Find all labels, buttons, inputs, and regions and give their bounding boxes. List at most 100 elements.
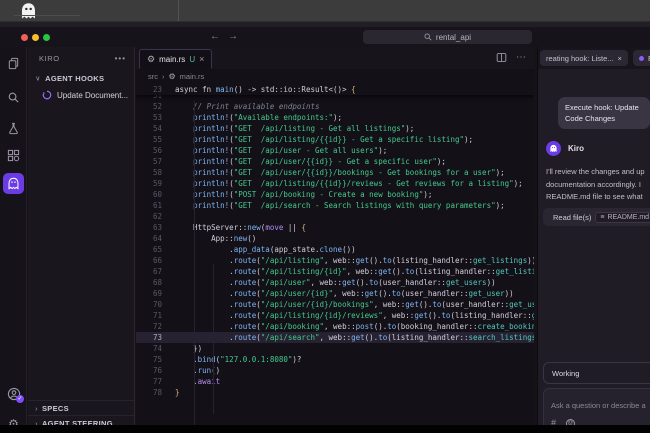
panel-tab-creating-hook[interactable]: reating hook: Liste... ×	[540, 50, 628, 66]
search-text: rental_api	[436, 33, 471, 42]
code-line-63[interactable]: 63 HttpServer::new(move || {	[136, 222, 534, 233]
kiro-avatar	[546, 141, 561, 156]
sidebar-section-specs[interactable]: › SPECS	[28, 400, 134, 415]
top-chrome	[0, 0, 650, 22]
code-line-73[interactable]: 73 .route("/api/search", web::get().to(l…	[136, 332, 534, 343]
section-label: SPECS	[42, 404, 69, 413]
breadcrumb-folder[interactable]: src	[148, 72, 158, 81]
code-line-54[interactable]: 54 println!("GET /api/listing - Get all …	[136, 123, 534, 134]
hook-item-label: Update Document...	[57, 91, 128, 100]
code-line-71[interactable]: 71 .route("/api/listing/{id}/reviews", w…	[136, 310, 534, 321]
close-window-button[interactable]	[21, 34, 28, 41]
breadcrumb-separator-icon: ›	[162, 72, 165, 81]
code-line-57[interactable]: 57 println!("GET /api/user/{{id}} - Get …	[136, 156, 534, 167]
search-icon	[424, 33, 432, 41]
breadcrumb-file[interactable]: main.rs	[180, 72, 205, 81]
titlebar: ← → rental_api	[0, 27, 650, 47]
code-line-72[interactable]: 72 .route("/api/booking", web::post().to…	[136, 321, 534, 332]
breadcrumb: src › ⚙ main.rs	[136, 69, 534, 84]
code-line-52[interactable]: 52 // Print available endpoints	[136, 101, 534, 112]
working-status: Working	[543, 362, 650, 384]
chrome-underline	[14, 15, 80, 16]
code-line-78[interactable]: 78}	[136, 387, 534, 398]
context-hash-icon[interactable]: #	[551, 418, 556, 425]
sidebar-header: KIRO •••	[28, 47, 134, 69]
chrome-divider	[178, 0, 179, 21]
code-line-77[interactable]: 77 .await	[136, 376, 534, 387]
panel-tab-label: reating hook: Liste...	[546, 54, 614, 63]
code-line-60[interactable]: 60 println!("POST /api/booking - Create …	[136, 189, 534, 200]
kiro-agent-icon[interactable]	[3, 173, 24, 194]
editor-more-icon[interactable]: ⋯	[516, 52, 526, 63]
code-line-62[interactable]: 62	[136, 211, 534, 222]
code-line-68[interactable]: 68 .route("/api/user", web::get().to(use…	[136, 277, 534, 288]
rust-file-icon: ⚙	[169, 72, 176, 81]
extensions-icon[interactable]	[6, 148, 21, 163]
search-sidebar-icon[interactable]	[6, 90, 21, 105]
hook-item-update-document[interactable]: Update Document...	[28, 87, 134, 103]
code-line-65[interactable]: 65 .app_data(app_state.clone())	[136, 244, 534, 255]
activity-bar: ✓ ⚙	[0, 47, 27, 425]
code-line-59[interactable]: 59 println!("GET /api/listing/{{id}}/rev…	[136, 178, 534, 189]
tool-label: Read file(s)	[553, 213, 591, 222]
flask-icon[interactable]	[6, 121, 21, 136]
code-line-23[interactable]: 23async fn main() -> std::io::Result<()>…	[136, 84, 534, 95]
code-line-76[interactable]: 76 .run()	[136, 365, 534, 376]
code-editor[interactable]: 5152 // Print available endpoints53 prin…	[136, 84, 534, 425]
history-forward-button[interactable]: →	[228, 30, 238, 44]
code-line-53[interactable]: 53 println!("Available endpoints:");	[136, 112, 534, 123]
sidebar-title: KIRO	[39, 54, 115, 63]
code-line-75[interactable]: 75 .bind("127.0.0.1:8080")?	[136, 354, 534, 365]
code-line-70[interactable]: 70 .route("/api/user/{id}/bookings", web…	[136, 299, 534, 310]
sticky-scroll-line[interactable]: 23async fn main() -> std::io::Result<()>…	[136, 84, 534, 95]
assistant-message: I'll review the changes and updocumentat…	[546, 166, 650, 204]
code-line-69[interactable]: 69 .route("/api/user/{id}", web::get().t…	[136, 288, 534, 299]
readme-file-chip[interactable]: ≡ README.md	[595, 212, 650, 223]
command-center-search[interactable]: rental_api	[363, 30, 532, 44]
sidebar-section-agent-hooks[interactable]: ∨ AGENT HOOKS	[28, 71, 134, 86]
read-files-action[interactable]: Read file(s) ≡ README.md	[543, 208, 650, 226]
assistant-header: Kiro	[546, 141, 584, 156]
tab-modified-badge: U	[189, 55, 195, 64]
code-line-61[interactable]: 61 println!("GET /api/search - Search li…	[136, 200, 534, 211]
code-line-55[interactable]: 55 println!("GET /api/listing/{{id}} - G…	[136, 134, 534, 145]
panel-tabstrip: reating hook: Liste... × E	[538, 47, 650, 69]
zoom-window-button[interactable]	[43, 34, 50, 41]
chat-input[interactable]	[551, 401, 650, 410]
rust-file-icon: ⚙	[147, 55, 155, 64]
unsaved-dot-icon	[639, 56, 644, 61]
code-line-56[interactable]: 56 println!("GET /api/user - Get all use…	[136, 145, 534, 156]
split-editor-icon[interactable]	[496, 52, 507, 63]
assistant-message-line: README.md file to see what	[546, 191, 650, 204]
account-check-badge: ✓	[16, 395, 24, 403]
panel-tab-execute[interactable]: E	[633, 50, 650, 66]
assistant-message-line: documentation accordingly. I	[546, 179, 650, 192]
kiro-chat-panel: reating hook: Liste... × E Execute hook:…	[537, 47, 650, 425]
account-icon[interactable]: ✓	[6, 386, 21, 401]
assistant-name: Kiro	[568, 144, 584, 153]
chevron-right-icon: ›	[35, 404, 38, 412]
code-line-74[interactable]: 74 })	[136, 343, 534, 354]
sidebar-more-icon[interactable]: •••	[115, 54, 126, 63]
tab-main-rs[interactable]: ⚙ main.rs U ×	[139, 49, 212, 69]
code-line-64[interactable]: 64 App::new()	[136, 233, 534, 244]
kiro-sidebar: KIRO ••• ∨ AGENT HOOKS Update Document..…	[28, 47, 135, 425]
history-back-button[interactable]: ←	[210, 30, 220, 44]
editor-group: ⚙ main.rs U × ⋯ src › ⚙ main.rs 5152 //	[136, 47, 534, 425]
explorer-icon[interactable]	[6, 56, 21, 71]
assistant-message-line: I'll review the changes and up	[546, 166, 650, 179]
editor-tabstrip: ⚙ main.rs U × ⋯	[136, 47, 534, 69]
panel-tab-close-icon[interactable]: ×	[618, 54, 622, 63]
tab-close-icon[interactable]: ×	[199, 54, 204, 64]
code-line-67[interactable]: 67 .route("/api/listing/{id}", web::get(…	[136, 266, 534, 277]
hook-loop-icon	[42, 90, 52, 100]
section-label: AGENT HOOKS	[45, 74, 104, 83]
minimize-window-button[interactable]	[32, 34, 39, 41]
file-chip-label: README.md	[607, 214, 649, 221]
code-line-58[interactable]: 58 println!("GET /api/user/{{id}}/bookin…	[136, 167, 534, 178]
code-line-66[interactable]: 66 .route("/api/listing", web::get().to(…	[136, 255, 534, 266]
tab-label: main.rs	[159, 55, 185, 64]
working-status-label: Working	[552, 369, 579, 378]
code-lines[interactable]: 5152 // Print available endpoints53 prin…	[136, 90, 534, 398]
file-lines-icon: ≡	[600, 214, 604, 221]
